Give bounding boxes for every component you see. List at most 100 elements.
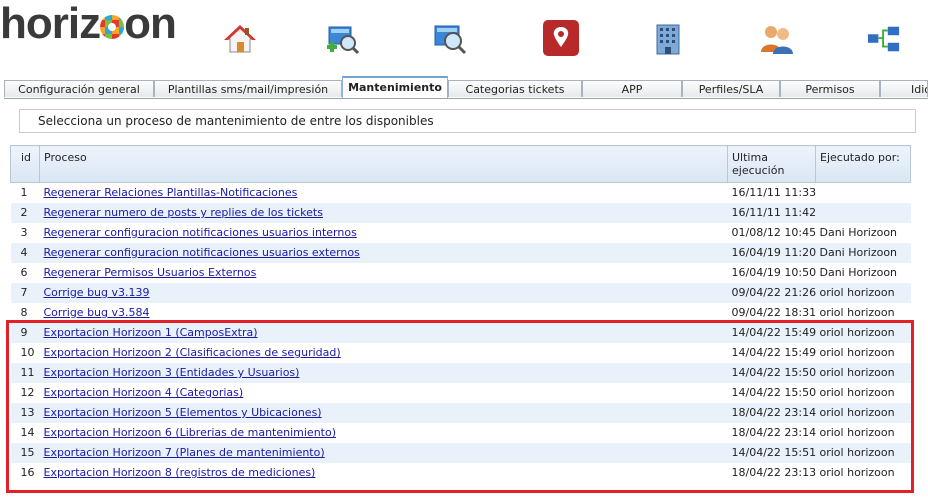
tab-mantenimiento[interactable]: Mantenimiento [342,76,448,98]
row-process: Corrige bug v3.584 [39,302,728,323]
table-row: 3 Regenerar configuracion notificaciones… [10,222,911,243]
map-pin-icon[interactable] [543,20,579,56]
process-link[interactable]: Exportacion Horizoon 2 (Clasificaciones … [44,346,341,359]
row-id: 3 [10,222,40,243]
process-link[interactable]: Exportacion Horizoon 3 (Entidades y Usua… [44,366,300,379]
row-executed-by: oriol horizoon [815,422,911,443]
row-id: 4 [10,242,40,263]
table-row: 1 Regenerar Relaciones Plantillas-Notifi… [10,182,911,203]
tab-idiomas[interactable]: Idio [880,80,928,97]
row-id: 13 [10,402,40,423]
tab-permisos[interactable]: Permisos [780,80,880,97]
row-process: Exportacion Horizoon 7 (Planes de manten… [39,442,728,463]
row-last-run: 14/04/22 15:51 [727,442,816,463]
row-id: 16 [10,462,40,483]
row-last-run: 09/04/22 21:26 [727,282,816,303]
row-process: Exportacion Horizoon 8 (registros de med… [39,462,728,483]
row-id: 10 [10,342,40,363]
row-process: Regenerar Relaciones Plantillas-Notifica… [39,182,728,203]
tab-categorias-tickets[interactable]: Categorias tickets [448,80,582,97]
tab-plantillas[interactable]: Plantillas sms/mail/impresión [154,80,342,97]
row-process: Regenerar configuracion notificaciones u… [39,242,728,263]
table-header-row: id Proceso Ultima ejecución Ejecutado po… [10,145,911,183]
row-id: 12 [10,382,40,403]
row-process: Regenerar configuracion notificaciones u… [39,222,728,243]
row-executed-by: oriol horizoon [815,382,911,403]
table-row: 4 Regenerar configuracion notificaciones… [10,242,911,263]
row-executed-by: Dani Horizoon [815,262,911,283]
process-link[interactable]: Exportacion Horizoon 4 (Categorias) [44,386,244,399]
row-id: 2 [10,202,40,223]
process-link[interactable]: Exportacion Horizoon 7 (Planes de manten… [44,446,325,459]
row-last-run: 18/04/22 23:14 [727,402,816,423]
info-message: Selecciona un proceso de mantenimiento d… [19,109,916,133]
table-row: 16 Exportacion Horizoon 8 (registros de … [10,462,911,483]
process-link[interactable]: Corrige bug v3.139 [44,286,150,299]
tab-app[interactable]: APP [582,80,682,97]
column-header-id[interactable]: id [10,145,40,183]
tab-configuracion-general[interactable]: Configuración general [4,80,154,97]
table-row: 12 Exportacion Horizoon 4 (Categorias) 1… [10,382,911,403]
process-link[interactable]: Regenerar configuracion notificaciones u… [44,226,357,239]
process-link[interactable]: Exportacion Horizoon 8 (registros de med… [44,466,316,479]
network-icon[interactable] [867,22,901,56]
process-link[interactable]: Exportacion Horizoon 1 (CamposExtra) [44,326,258,339]
settings-tabs: Configuración general Plantillas sms/mai… [4,76,928,99]
row-last-run: 14/04/22 15:49 [727,342,816,363]
table-row: 11 Exportacion Horizoon 3 (Entidades y U… [10,362,911,383]
process-link[interactable]: Regenerar numero de posts y replies de l… [44,206,323,219]
search-doc-icon[interactable] [433,22,467,56]
home-icon[interactable] [223,22,257,56]
row-last-run: 16/04/19 10:50 [727,262,816,283]
table-row: 14 Exportacion Horizoon 6 (Librerias de … [10,422,911,443]
column-header-ejecutado-por[interactable]: Ejecutado por: [815,145,911,183]
row-id: 8 [10,302,40,323]
logo-text-pre: horiz [0,0,101,48]
process-link[interactable]: Exportacion Horizoon 6 (Librerias de man… [44,426,337,439]
row-last-run: 09/04/22 18:31 [727,302,816,323]
row-executed-by: oriol horizoon [815,342,911,363]
row-process: Corrige bug v3.139 [39,282,728,303]
row-last-run: 14/04/22 15:50 [727,362,816,383]
table-row: 10 Exportacion Horizoon 2 (Clasificacion… [10,342,911,363]
logo-ring-icon [100,15,125,39]
row-last-run: 14/04/22 15:50 [727,382,816,403]
row-id: 14 [10,422,40,443]
table-row: 9 Exportacion Horizoon 1 (CamposExtra) 1… [10,322,911,343]
process-link[interactable]: Exportacion Horizoon 5 (Elementos y Ubic… [44,406,322,419]
row-last-run: 18/04/22 23:14 [727,422,816,443]
row-id: 9 [10,322,40,343]
row-last-run: 16/04/19 11:20 [727,242,816,263]
horizoon-logo[interactable]: horiz on [0,0,177,48]
process-link[interactable]: Regenerar Permisos Usuarios Externos [44,266,257,279]
row-process: Exportacion Horizoon 3 (Entidades y Usua… [39,362,728,383]
tab-perfiles-sla[interactable]: Perfiles/SLA [682,80,780,97]
row-executed-by: oriol horizoon [815,322,911,343]
column-header-ultima-ejecucion[interactable]: Ultima ejecución [727,145,816,183]
row-last-run: 16/11/11 11:42 [727,202,816,223]
row-process: Regenerar Permisos Usuarios Externos [39,262,728,283]
process-link[interactable]: Corrige bug v3.584 [44,306,150,319]
building-icon[interactable] [651,22,685,56]
row-id: 7 [10,282,40,303]
search-add-icon[interactable] [326,22,360,56]
table-row: 13 Exportacion Horizoon 5 (Elementos y U… [10,402,911,423]
column-header-proceso[interactable]: Proceso [39,145,728,183]
row-process: Exportacion Horizoon 1 (CamposExtra) [39,322,728,343]
row-last-run: 16/11/11 11:33 [727,182,816,203]
users-icon[interactable] [760,22,794,56]
table-row: 8 Corrige bug v3.584 09/04/22 18:31 orio… [10,302,911,323]
table-row: 2 Regenerar numero de posts y replies de… [10,202,911,223]
process-link[interactable]: Regenerar Relaciones Plantillas-Notifica… [44,186,298,199]
row-executed-by: oriol horizoon [815,362,911,383]
row-process: Exportacion Horizoon 5 (Elementos y Ubic… [39,402,728,423]
row-executed-by: Dani Horizoon [815,222,911,243]
row-executed-by: oriol horizoon [815,462,911,483]
row-executed-by [815,182,911,203]
row-executed-by: oriol horizoon [815,302,911,323]
row-id: 11 [10,362,40,383]
row-id: 6 [10,262,40,283]
row-id: 1 [10,182,40,203]
process-link[interactable]: Regenerar configuracion notificaciones u… [44,246,360,259]
row-process: Regenerar numero de posts y replies de l… [39,202,728,223]
